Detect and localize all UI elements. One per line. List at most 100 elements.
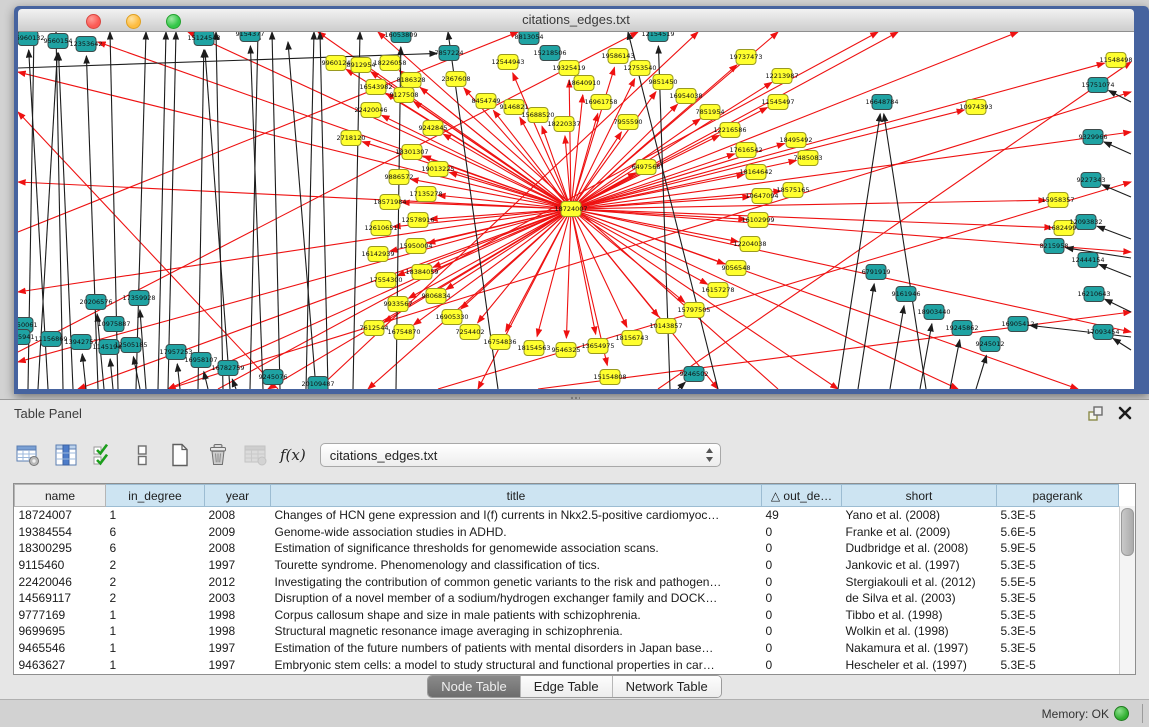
column-header-short[interactable]: short	[842, 485, 997, 507]
table-cell[interactable]: 18300295	[15, 540, 106, 557]
table-cell[interactable]: Changes of HCN gene expression and I(f) …	[271, 507, 762, 524]
table-cell[interactable]: 2009	[205, 524, 271, 541]
tab-network-table[interactable]: Network Table	[613, 676, 721, 697]
table-cell[interactable]: 2008	[205, 540, 271, 557]
table-cell[interactable]: 6	[106, 540, 205, 557]
table-cell[interactable]: Wolkin et al. (1998)	[842, 623, 997, 640]
table-cell[interactable]: 18724007	[15, 507, 106, 524]
table-mode-icon[interactable]	[10, 439, 46, 471]
selection-mode-icon[interactable]	[86, 439, 122, 471]
column-header-pagerank[interactable]: pagerank	[997, 485, 1119, 507]
close-panel-icon[interactable]	[1117, 405, 1133, 421]
table-cell[interactable]: Hescheler et al. (1997)	[842, 656, 997, 673]
table-cell[interactable]: 9465546	[15, 640, 106, 657]
table-cell[interactable]: 1998	[205, 607, 271, 624]
table-row[interactable]: 969969511998Structural magnetic resonanc…	[15, 623, 1119, 640]
column-header-year[interactable]: year	[205, 485, 271, 507]
table-cell[interactable]: 9463627	[15, 656, 106, 673]
table-cell[interactable]: 5.3E-5	[997, 640, 1119, 657]
table-cell[interactable]: 0	[762, 607, 842, 624]
table-cell[interactable]: 5.3E-5	[997, 607, 1119, 624]
table-cell[interactable]: 22420046	[15, 573, 106, 590]
table-row[interactable]: 946554611997Estimation of the future num…	[15, 640, 1119, 657]
table-cell[interactable]: 19384554	[15, 524, 106, 541]
table-cell[interactable]: 1	[106, 640, 205, 657]
table-cell[interactable]: Nakamura et al. (1997)	[842, 640, 997, 657]
table-cell[interactable]: Yano et al. (2008)	[842, 507, 997, 524]
table-cell[interactable]: 2	[106, 590, 205, 607]
table-cell[interactable]: Structural magnetic resonance image aver…	[271, 623, 762, 640]
table-cell[interactable]: 0	[762, 623, 842, 640]
table-cell[interactable]: Stergiakouli et al. (2012)	[842, 573, 997, 590]
table-cell[interactable]: 1998	[205, 623, 271, 640]
table-cell[interactable]: Tourette syndrome. Phenomenology and cla…	[271, 557, 762, 574]
memory-status-icon[interactable]	[1114, 706, 1129, 721]
table-row[interactable]: 977716911998Corpus callosum shape and si…	[15, 607, 1119, 624]
table-cell[interactable]: 2003	[205, 590, 271, 607]
table-row[interactable]: 1872400712008Changes of HCN gene express…	[15, 507, 1119, 524]
table-cell[interactable]: 0	[762, 573, 842, 590]
table-row[interactable]: 1830029562008Estimation of significance …	[15, 540, 1119, 557]
table-cell[interactable]: 6	[106, 524, 205, 541]
table-cell[interactable]: 9699695	[15, 623, 106, 640]
table-cell[interactable]: 1	[106, 607, 205, 624]
table-cell[interactable]: 9115460	[15, 557, 106, 574]
table-cell[interactable]: Estimation of significance thresholds fo…	[271, 540, 762, 557]
table-row[interactable]: 1456911722003Disruption of a novel membe…	[15, 590, 1119, 607]
table-cell[interactable]: 0	[762, 540, 842, 557]
table-cell[interactable]: 2	[106, 557, 205, 574]
table-cell[interactable]: Disruption of a novel member of a sodium…	[271, 590, 762, 607]
scrollbar-thumb[interactable]	[1121, 508, 1134, 556]
function-builder-icon[interactable]: f(x)	[280, 446, 306, 464]
window-titlebar[interactable]: citations_edges.txt	[18, 9, 1134, 32]
tab-edge-table[interactable]: Edge Table	[521, 676, 613, 697]
table-cell[interactable]: de Silva et al. (2003)	[842, 590, 997, 607]
table-cell[interactable]: 14569117	[15, 590, 106, 607]
table-cell[interactable]: Franke et al. (2009)	[842, 524, 997, 541]
create-column-icon[interactable]	[162, 439, 198, 471]
table-cell[interactable]: 0	[762, 640, 842, 657]
table-row[interactable]: 911546021997Tourette syndrome. Phenomeno…	[15, 557, 1119, 574]
table-cell[interactable]: 5.3E-5	[997, 623, 1119, 640]
table-cell[interactable]: 2	[106, 573, 205, 590]
table-cell[interactable]: 1	[106, 507, 205, 524]
table-cell[interactable]: Jankovic et al. (1997)	[842, 557, 997, 574]
network-canvas[interactable]: 1872400799601248912954182260581654398281…	[18, 32, 1134, 389]
column-header-name[interactable]: name	[15, 485, 106, 507]
table-row[interactable]: 1938455462009Genome-wide association stu…	[15, 524, 1119, 541]
table-cell[interactable]: 1	[106, 656, 205, 673]
table-cell[interactable]: 1	[106, 623, 205, 640]
table-row[interactable]: 2242004622012Investigating the contribut…	[15, 573, 1119, 590]
table-cell[interactable]: 1997	[205, 656, 271, 673]
table-cell[interactable]: Genome-wide association studies in ADHD.	[271, 524, 762, 541]
table-cell[interactable]: 5.5E-5	[997, 573, 1119, 590]
table-cell[interactable]: Estimation of the future numbers of pati…	[271, 640, 762, 657]
table-cell[interactable]: 1997	[205, 557, 271, 574]
table-cell[interactable]: Dudbridge et al. (2008)	[842, 540, 997, 557]
table-cell[interactable]: 0	[762, 524, 842, 541]
table-cell[interactable]: 49	[762, 507, 842, 524]
table-cell[interactable]: 0	[762, 557, 842, 574]
table-cell[interactable]: 2012	[205, 573, 271, 590]
table-cell[interactable]: Investigating the contribution of common…	[271, 573, 762, 590]
table-cell[interactable]: Tibbo et al. (1998)	[842, 607, 997, 624]
table-cell[interactable]: Embryonic stem cells: a model to study s…	[271, 656, 762, 673]
table-row[interactable]: 946362711997Embryonic stem cells: a mode…	[15, 656, 1119, 673]
table-cell[interactable]: 5.3E-5	[997, 507, 1119, 524]
table-cell[interactable]: 5.3E-5	[997, 557, 1119, 574]
table-cell[interactable]: 2008	[205, 507, 271, 524]
table-selector-dropdown[interactable]: citations_edges.txt	[320, 443, 721, 467]
delete-column-icon[interactable]	[200, 439, 236, 471]
table-cell[interactable]: Corpus callosum shape and size in male p…	[271, 607, 762, 624]
float-panel-icon[interactable]	[1087, 405, 1105, 423]
rows-icon[interactable]	[124, 439, 160, 471]
table-cell[interactable]: 1997	[205, 640, 271, 657]
table-cell[interactable]: 5.9E-5	[997, 540, 1119, 557]
table-cell[interactable]: 5.3E-5	[997, 590, 1119, 607]
table-scrollbar[interactable]	[1119, 506, 1135, 674]
table-cell[interactable]: 9777169	[15, 607, 106, 624]
tab-node-table[interactable]: Node Table	[428, 676, 521, 697]
table-cell[interactable]: 5.3E-5	[997, 656, 1119, 673]
table-cell[interactable]: 5.6E-5	[997, 524, 1119, 541]
table-cell[interactable]: 0	[762, 590, 842, 607]
